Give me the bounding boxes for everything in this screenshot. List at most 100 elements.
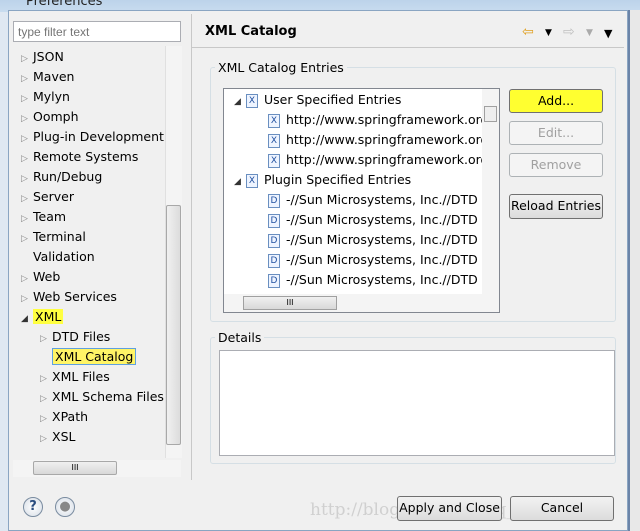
page-title: XML Catalog	[205, 24, 297, 39]
collapse-arrow-icon[interactable]: ◢	[234, 92, 246, 112]
reload-entries-button[interactable]: Reload Entries	[509, 194, 603, 219]
tree-item-mylyn[interactable]: ▷ Mylyn	[21, 87, 70, 107]
catalog-entry[interactable]: Xhttp://www.springframework.org/	[268, 150, 493, 170]
tree-item-xml-files[interactable]: ▷ XML Files	[40, 367, 110, 387]
catalog-icon: X	[246, 173, 258, 188]
expand-arrow-icon[interactable]: ▷	[40, 409, 52, 429]
tree-item-xsl[interactable]: ▷ XSL	[40, 427, 75, 447]
remove-button[interactable]: Remove	[509, 153, 603, 177]
tree-item-plug-in-development[interactable]: ▷ Plug-in Development	[21, 127, 164, 147]
tree-item-label: Terminal	[33, 229, 86, 244]
window-title: Preferences	[26, 0, 103, 9]
catalog-entry[interactable]: D -//Sun Microsystems, Inc.//DTD E	[268, 230, 490, 250]
tree-item-xml-catalog[interactable]: XML Catalog	[40, 347, 137, 367]
expand-arrow-icon[interactable]: ▷	[21, 269, 33, 289]
filter-input[interactable]	[13, 21, 181, 42]
back-history-dropdown-icon[interactable]: ▼	[545, 28, 552, 38]
tree-item-run-debug[interactable]: ▷ Run/Debug	[21, 167, 102, 187]
tree-item-label: XML	[33, 309, 64, 324]
tree-item-xml-schema-files[interactable]: ▷ XML Schema Files	[40, 387, 164, 407]
expand-arrow-icon[interactable]: ▷	[21, 189, 33, 209]
edit-button[interactable]: Edit...	[509, 121, 603, 145]
expand-arrow-icon[interactable]: ▷	[21, 69, 33, 89]
catalog-entry[interactable]: D -//Sun Microsystems, Inc.//DTD Fa	[268, 250, 495, 270]
catalog-entry[interactable]: Xhttp://www.springframework.org/	[268, 130, 493, 150]
tree-item-maven[interactable]: ▷ Maven	[21, 67, 74, 87]
tree-item-remote-systems[interactable]: ▷ Remote Systems	[21, 147, 138, 167]
entry-label: http://www.springframework.org/	[286, 152, 493, 167]
tree-item-label: XPath	[52, 409, 89, 424]
collapse-arrow-icon[interactable]: ◢	[21, 309, 33, 329]
entry-label: Plugin Specified Entries	[264, 172, 412, 187]
entry-label: -//Sun Microsystems, Inc.//DTD E	[286, 232, 490, 247]
details-textarea[interactable]	[219, 350, 615, 456]
tree-item-xpath[interactable]: ▷ XPath	[40, 407, 88, 427]
expand-arrow-icon[interactable]: ▷	[21, 149, 33, 169]
preferences-tree: ▷ JSON ▷ Maven ▷ Mylyn ▷ Oomph ▷ Plug-in Developm…	[13, 46, 181, 458]
tree-item-label: Oomph	[33, 109, 79, 124]
tree-hscroll-thumb[interactable]: III	[33, 461, 117, 475]
tree-item-label: Web	[33, 269, 61, 284]
expand-arrow-icon[interactable]: ▷	[21, 89, 33, 109]
tree-item-server[interactable]: ▷ Server	[21, 187, 74, 207]
entries-hscroll-thumb[interactable]: III	[243, 296, 337, 310]
expand-arrow-icon[interactable]: ▷	[21, 129, 33, 149]
collapse-arrow-icon[interactable]: ◢	[234, 172, 246, 192]
entries-horizontal-scrollbar[interactable]: III	[224, 294, 499, 312]
expand-arrow-icon[interactable]: ▷	[21, 209, 33, 229]
expand-arrow-icon[interactable]: ▷	[40, 369, 52, 389]
expand-arrow-icon[interactable]: ▷	[40, 389, 52, 409]
tree-item-xml[interactable]: ◢ XML	[21, 307, 64, 329]
expand-arrow-icon[interactable]: ▷	[21, 169, 33, 189]
tree-item-web[interactable]: ▷ Web	[21, 267, 60, 287]
entry-label: http://www.springframework.org/	[286, 132, 493, 147]
forward-arrow-icon[interactable]: ⇨	[563, 24, 575, 40]
tree-item-json[interactable]: ▷ JSON	[21, 47, 64, 67]
xml-file-icon: X	[268, 133, 280, 148]
expand-arrow-icon[interactable]: ▷	[21, 229, 33, 249]
catalog-entry[interactable]: D -//Sun Microsystems, Inc.//DTD Fa	[268, 270, 495, 290]
tree-item-team[interactable]: ▷ Team	[21, 207, 66, 227]
entry-label: -//Sun Microsystems, Inc.//DTD Fa	[286, 252, 496, 267]
expand-arrow-icon[interactable]: ▷	[40, 329, 52, 349]
catalog-entries-tree: ◢ X User Specified Entries Xhttp://www.spri…	[223, 88, 500, 313]
help-icon[interactable]: ?	[23, 497, 43, 517]
add-button[interactable]: Add...	[509, 89, 603, 113]
tree-item-web-services[interactable]: ▷ Web Services	[21, 287, 117, 307]
expand-arrow-icon[interactable]: ▷	[21, 109, 33, 129]
tree-item-label: DTD Files	[52, 329, 111, 344]
entries-vertical-scrollbar[interactable]	[482, 89, 499, 294]
tree-item-label: Team	[33, 209, 67, 224]
cancel-button[interactable]: Cancel	[510, 496, 614, 521]
entry-group[interactable]: ◢ X User Specified Entries	[234, 90, 401, 110]
entry-label: -//Sun Microsystems, Inc.//DTD C	[286, 192, 491, 207]
catalog-entry[interactable]: D -//Sun Microsystems, Inc.//DTD C	[268, 190, 490, 210]
expand-arrow-icon[interactable]: ▷	[21, 49, 33, 69]
dtd-file-icon: D	[268, 233, 280, 248]
apply-and-close-button[interactable]: Apply and Close	[397, 496, 502, 521]
tree-item-label: XSL	[52, 429, 76, 444]
expand-arrow-icon[interactable]: ▷	[21, 289, 33, 309]
import-export-icon[interactable]: ●	[55, 497, 75, 517]
entry-label: User Specified Entries	[264, 92, 402, 107]
forward-history-dropdown-icon[interactable]: ▼	[586, 28, 593, 38]
entries-vscroll-thumb[interactable]	[484, 106, 497, 122]
dtd-file-icon: D	[268, 213, 280, 228]
entry-group[interactable]: ◢ X Plugin Specified Entries	[234, 170, 411, 190]
details-label: Details	[218, 330, 262, 345]
catalog-entry[interactable]: Xhttp://www.springframework.org/	[268, 110, 493, 130]
view-menu-icon[interactable]: ▼	[604, 27, 612, 40]
tree-item-dtd-files[interactable]: ▷ DTD Files	[40, 327, 110, 347]
tree-item-terminal[interactable]: ▷ Terminal	[21, 227, 86, 247]
xml-file-icon: X	[268, 113, 280, 128]
tree-item-label: Mylyn	[33, 89, 70, 104]
tree-item-oomph[interactable]: ▷ Oomph	[21, 107, 79, 127]
tree-scroll-thumb[interactable]	[166, 205, 181, 445]
entries-group-label: XML Catalog Entries	[218, 60, 344, 75]
catalog-entry[interactable]: D -//Sun Microsystems, Inc.//DTD E	[268, 210, 490, 230]
tree-item-validation[interactable]: Validation	[21, 247, 95, 267]
expand-arrow-icon[interactable]: ▷	[40, 429, 52, 449]
entry-label: -//Sun Microsystems, Inc.//DTD Fa	[286, 272, 496, 287]
back-arrow-icon[interactable]: ⇦	[522, 24, 534, 40]
pane-divider[interactable]	[191, 14, 192, 480]
